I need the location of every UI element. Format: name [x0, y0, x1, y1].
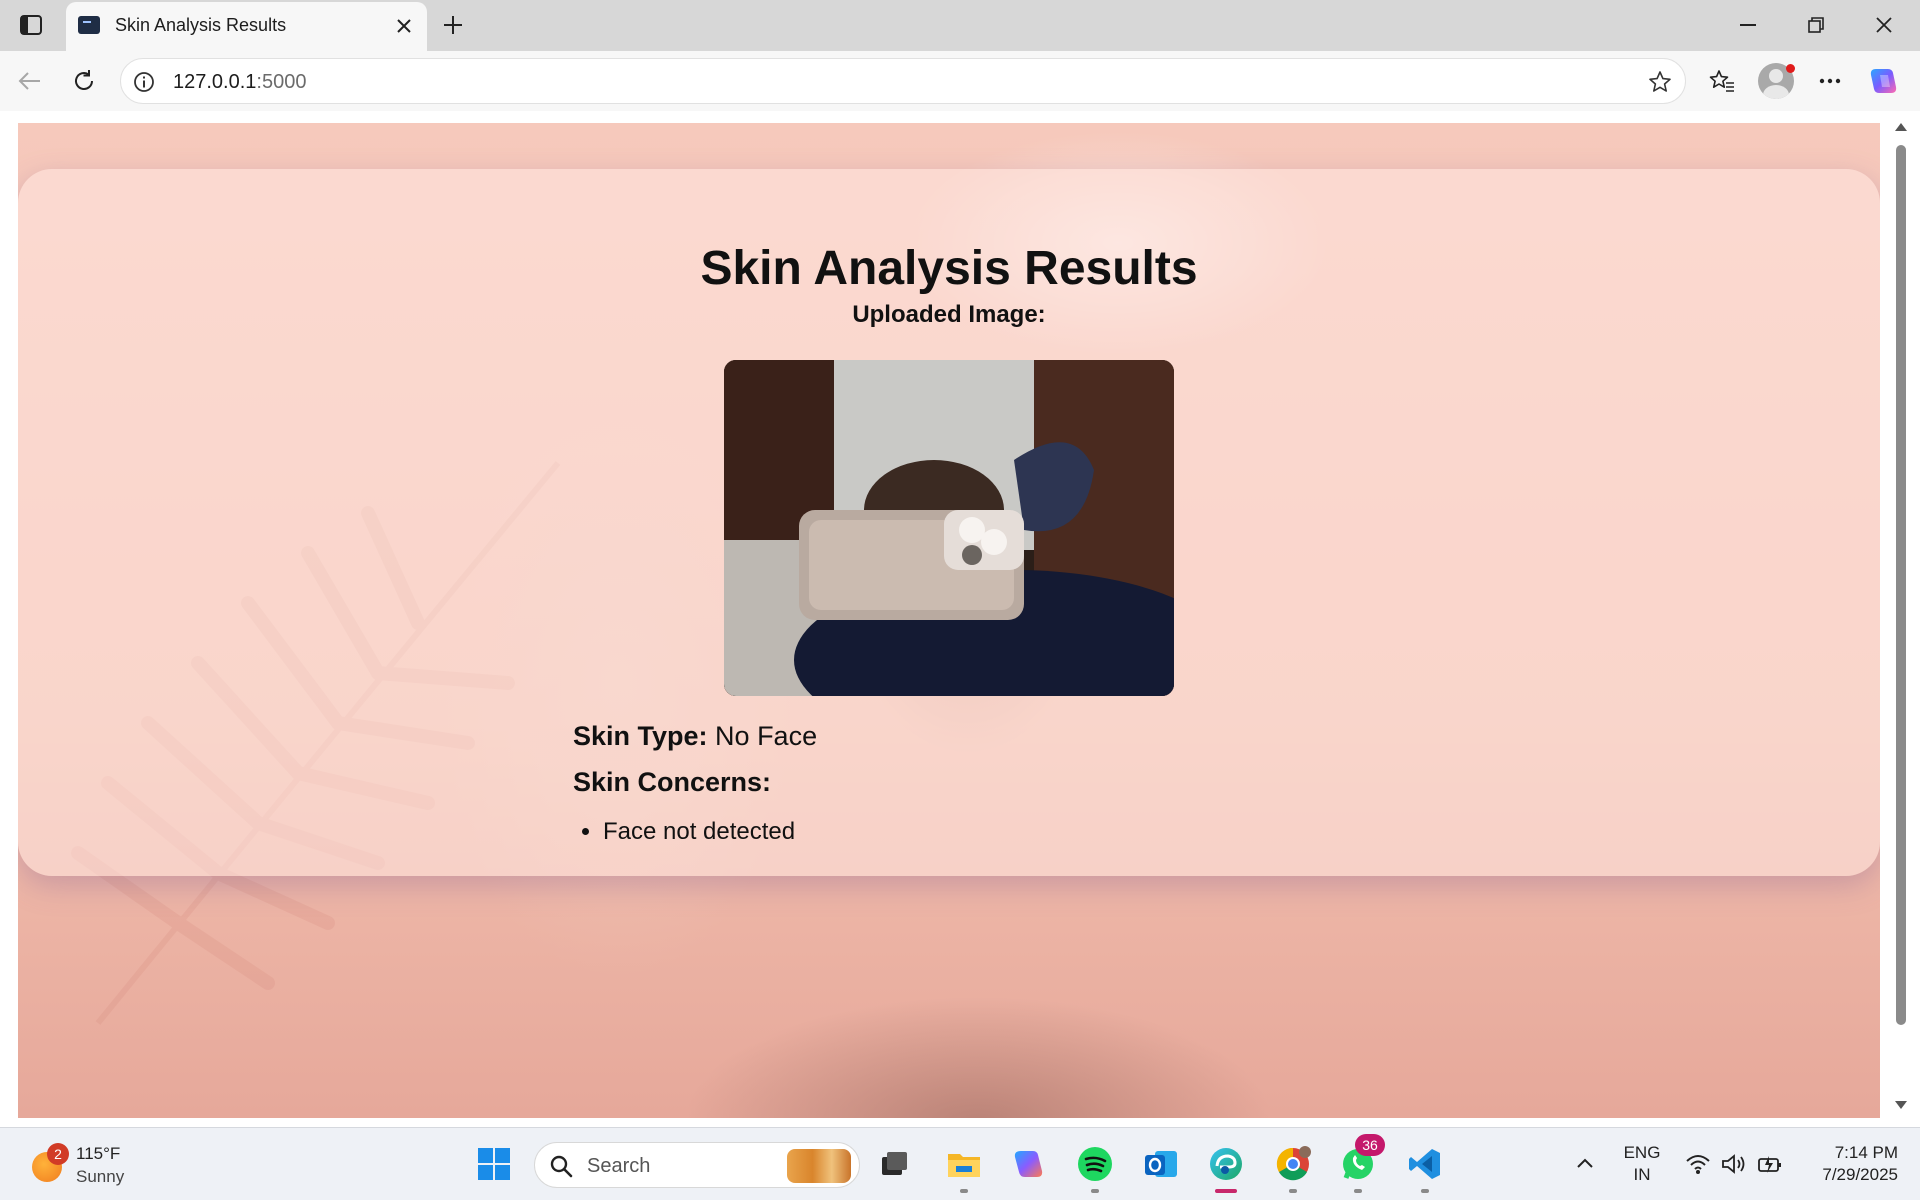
- language-indicator[interactable]: ENG IN: [1620, 1142, 1664, 1186]
- scroll-down-icon[interactable]: [1890, 1097, 1912, 1113]
- skin-type-row: Skin Type: No Face: [573, 719, 1273, 753]
- outlook-icon[interactable]: [1139, 1142, 1183, 1186]
- browser-toolbar: 127.0.0.1:5000: [0, 51, 1920, 111]
- close-icon[interactable]: [391, 13, 417, 39]
- minimize-icon[interactable]: [1714, 0, 1782, 50]
- windows-start-icon[interactable]: [472, 1142, 516, 1186]
- weather-temperature: 115°F: [76, 1144, 121, 1163]
- edge-running-indicator: [1215, 1189, 1237, 1193]
- file-explorer-running-indicator: [960, 1189, 968, 1193]
- whatsapp-badge: 36: [1355, 1134, 1385, 1156]
- notification-dot: [1786, 64, 1795, 73]
- weather-widget[interactable]: 2 115°F Sunny: [28, 1142, 168, 1188]
- favorites-icon[interactable]: [1704, 63, 1740, 99]
- url-host: 127.0.0.1: [173, 71, 257, 93]
- page-title: Skin Analysis Results: [700, 242, 1198, 295]
- weather-badge: 2: [47, 1143, 69, 1165]
- spotify-running-indicator: [1091, 1189, 1099, 1193]
- weather-condition: Sunny: [76, 1167, 125, 1186]
- volume-icon[interactable]: [1720, 1150, 1748, 1178]
- chrome-running-indicator: [1289, 1189, 1297, 1193]
- uploaded-image: [724, 360, 1174, 696]
- language-code: ENG: [1623, 1143, 1661, 1162]
- skin-concerns-label: Skin Concerns:: [573, 767, 772, 797]
- refresh-icon[interactable]: [66, 63, 102, 99]
- plus-icon[interactable]: [436, 8, 470, 42]
- wifi-icon[interactable]: [1684, 1150, 1712, 1178]
- back-icon[interactable]: [12, 63, 48, 99]
- scroll-up-icon[interactable]: [1890, 119, 1912, 135]
- copilot-icon[interactable]: [1866, 63, 1902, 99]
- tab-skin-analysis[interactable]: Skin Analysis Results: [66, 2, 427, 51]
- star-icon[interactable]: [1647, 69, 1673, 95]
- page-viewport: Skin Analysis Results Uploaded Image: Sk…: [0, 111, 1920, 1127]
- whatsapp-running-indicator: [1354, 1189, 1362, 1193]
- more-icon[interactable]: [1812, 63, 1848, 99]
- tab-strip: Skin Analysis Results: [0, 0, 1920, 51]
- vscode-icon[interactable]: [1403, 1142, 1447, 1186]
- restore-icon[interactable]: [1782, 0, 1850, 50]
- search-highlight-image: [787, 1149, 851, 1183]
- background-image: Skin Analysis Results Uploaded Image: Sk…: [18, 123, 1880, 1118]
- url-port: :5000: [256, 71, 307, 93]
- system-clock[interactable]: 7:14 PM 7/29/2025: [1782, 1142, 1898, 1186]
- list-item: Face not detected: [603, 817, 1273, 847]
- file-explorer-icon[interactable]: [942, 1142, 986, 1186]
- url-text[interactable]: 127.0.0.1:5000: [173, 71, 306, 94]
- clock-time: 7:14 PM: [1834, 1143, 1898, 1162]
- tab-actions-icon[interactable]: [14, 10, 48, 40]
- vertical-scrollbar[interactable]: [1890, 111, 1912, 1127]
- spotify-icon[interactable]: [1073, 1142, 1117, 1186]
- region-code: IN: [1633, 1165, 1651, 1184]
- info-icon[interactable]: [131, 69, 157, 95]
- chrome-icon[interactable]: [1271, 1142, 1315, 1186]
- terminal-favicon-icon: [78, 16, 100, 34]
- scroll-thumb[interactable]: [1896, 145, 1906, 1025]
- uploaded-image-label: Uploaded Image:: [852, 301, 1046, 328]
- task-view-icon[interactable]: [872, 1142, 916, 1186]
- chevron-up-icon[interactable]: [1572, 1150, 1598, 1176]
- copilot-app-icon[interactable]: [1007, 1142, 1051, 1186]
- edge-icon[interactable]: [1204, 1142, 1248, 1186]
- search-icon: [550, 1155, 573, 1178]
- skin-concerns-list: Face not detected: [573, 817, 1273, 847]
- skin-type-label: Skin Type:: [573, 721, 708, 751]
- window-close-icon[interactable]: [1850, 0, 1918, 50]
- clock-date: 7/29/2025: [1822, 1165, 1898, 1184]
- battery-icon[interactable]: [1756, 1150, 1784, 1178]
- taskbar-search[interactable]: Search: [534, 1142, 860, 1188]
- analysis-details: Skin Type: No Face Skin Concerns: Face n…: [573, 719, 1273, 847]
- address-bar[interactable]: 127.0.0.1:5000: [120, 58, 1686, 104]
- vscode-running-indicator: [1421, 1189, 1429, 1193]
- tab-title: Skin Analysis Results: [115, 15, 287, 35]
- skin-type-value: No Face: [715, 721, 818, 751]
- search-placeholder: Search: [587, 1155, 651, 1177]
- windows-taskbar: 2 115°F Sunny Search 36 ENG IN 7:14 PM 7…: [0, 1127, 1920, 1200]
